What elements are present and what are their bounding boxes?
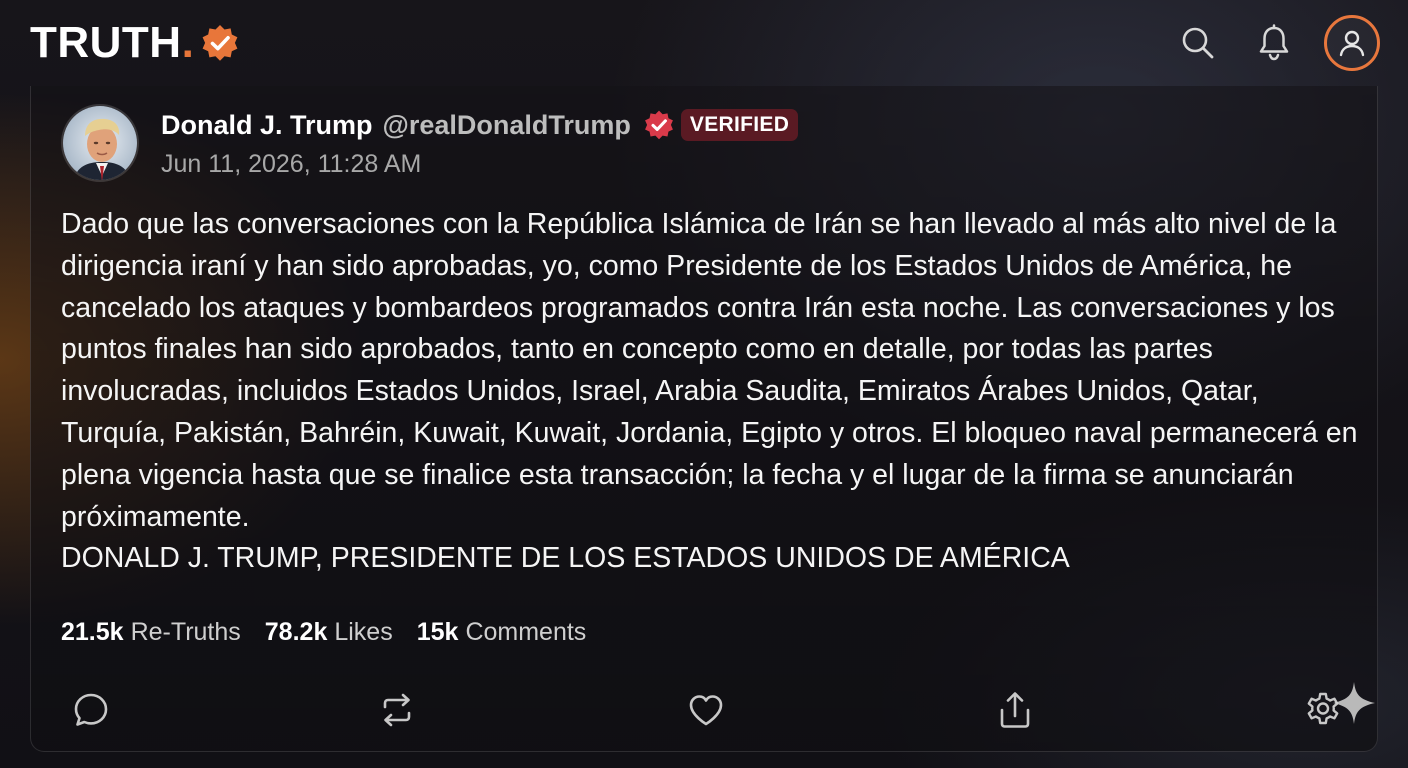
author-handle[interactable]: @realDonaldTrump: [383, 110, 631, 141]
retruths-count: 21.5k: [61, 618, 124, 646]
likes-count: 78.2k: [264, 618, 328, 646]
post-card: Donald J. Trump @realDonaldTrump VERIFIE…: [30, 86, 1378, 752]
share-icon: [1000, 692, 1030, 728]
top-actions: [1150, 15, 1380, 71]
sparkle-decoration: [1331, 680, 1377, 726]
post-timestamp[interactable]: Jun 11, 2026, 11:28 AM: [161, 150, 798, 179]
sparkle-icon: [1333, 682, 1375, 724]
notifications-button[interactable]: [1246, 15, 1302, 71]
author-avatar[interactable]: [61, 104, 139, 182]
verified-badge: VERIFIED: [680, 109, 799, 141]
post-actions-bar: [31, 682, 1379, 738]
retruths-label: Re-Truths: [130, 618, 241, 646]
post-header: Donald J. Trump @realDonaldTrump VERIFIE…: [61, 104, 799, 182]
search-icon: [1182, 27, 1214, 59]
retruths-stat[interactable]: 21.5k Re-Truths: [61, 618, 241, 647]
comment-button[interactable]: [69, 688, 113, 732]
comments-count: 15k: [416, 618, 459, 646]
share-button[interactable]: [993, 688, 1037, 732]
likes-label: Likes: [334, 618, 393, 646]
post-body-text: Dado que las conversaciones con la Repúb…: [61, 208, 1358, 575]
brand-wordmark: TRUTH: [30, 18, 182, 67]
author-name-line: Donald J. Trump @realDonaldTrump VERIFIE…: [161, 106, 799, 144]
bell-icon: [1259, 24, 1289, 61]
comments-label: Comments: [465, 618, 587, 646]
brand-dot: .: [181, 18, 194, 67]
heart-icon: [689, 695, 723, 726]
author-portrait: [63, 106, 137, 180]
author-display-name[interactable]: Donald J. Trump: [161, 110, 373, 141]
page: TRUTH. Donald J. Trump @realDonaldTrump …: [0, 0, 1408, 768]
comment-icon: [74, 693, 108, 726]
user-icon: [1339, 30, 1365, 57]
like-button[interactable]: [684, 688, 728, 732]
brand-logo[interactable]: TRUTH.: [30, 18, 240, 68]
search-button[interactable]: [1170, 15, 1226, 71]
verified-badge-icon: [202, 25, 238, 61]
retruth-icon: [383, 693, 411, 727]
retruth-button[interactable]: [375, 688, 419, 732]
author-meta: Donald J. Trump @realDonaldTrump VERIFIE…: [161, 106, 799, 179]
post-stats: 21.5k Re-Truths 78.2k Likes 15k Comments: [61, 618, 610, 647]
top-bar: TRUTH.: [0, 0, 1408, 86]
verified-check-icon: [644, 110, 673, 140]
likes-stat[interactable]: 78.2k Likes: [265, 618, 393, 647]
comments-stat[interactable]: 15k Comments: [417, 618, 587, 647]
profile-button[interactable]: [1324, 15, 1380, 71]
